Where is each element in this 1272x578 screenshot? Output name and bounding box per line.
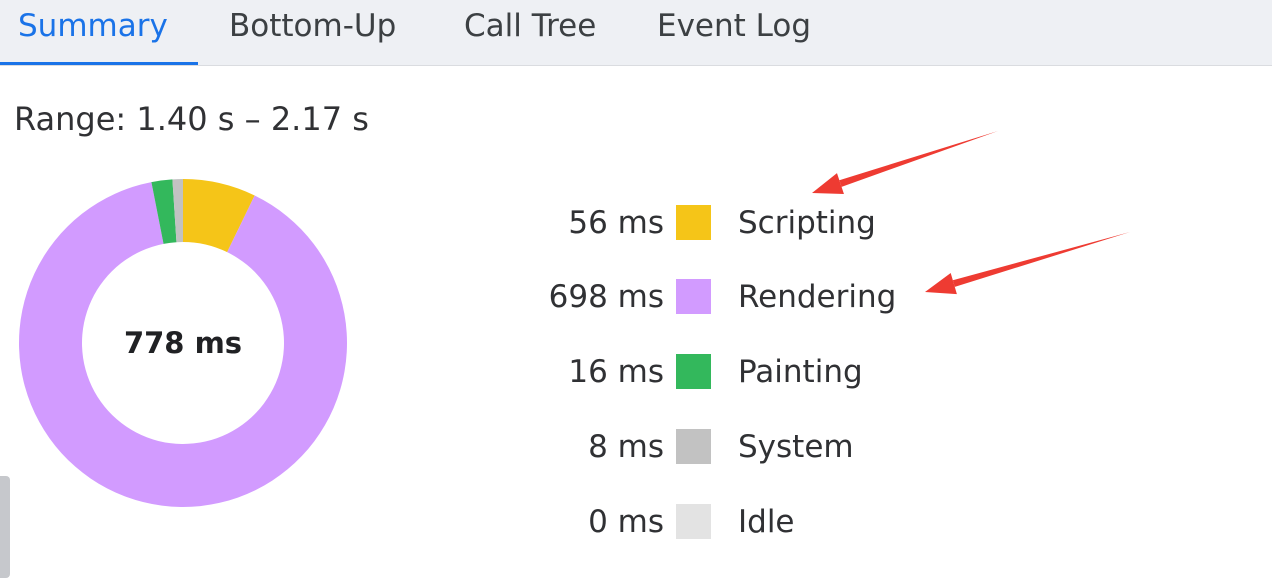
tab-summary[interactable]: Summary <box>18 0 168 66</box>
legend-row-system: 8 ms System <box>512 427 1012 467</box>
legend-value: 8 ms <box>588 429 664 465</box>
legend-swatch <box>676 279 711 314</box>
legend-label: Scripting <box>738 205 876 241</box>
legend-row-rendering: 698 ms Rendering <box>512 277 1012 317</box>
legend-value: 0 ms <box>588 504 664 540</box>
legend-value: 698 ms <box>548 279 664 315</box>
total-time: 778 ms <box>123 326 243 360</box>
tab-event-log[interactable]: Event Log <box>657 0 811 66</box>
arrow-scripting-shaft <box>839 131 998 187</box>
legend-value: 16 ms <box>568 354 664 390</box>
legend-label: System <box>738 429 854 465</box>
range-label: Range: 1.40 s – 2.17 s <box>14 100 369 138</box>
legend-label: Rendering <box>738 279 897 315</box>
legend-swatch <box>676 429 711 464</box>
legend-row-scripting: 56 ms Scripting <box>512 203 1012 243</box>
legend-swatch <box>676 504 711 539</box>
tab-call-tree[interactable]: Call Tree <box>464 0 596 66</box>
active-tab-indicator <box>0 62 198 65</box>
arrow-scripting-head <box>812 173 844 194</box>
legend-label: Painting <box>738 354 863 390</box>
summary-donut-chart: 778 ms <box>18 178 348 508</box>
legend-row-painting: 16 ms Painting <box>512 352 1012 392</box>
tab-bottom-up[interactable]: Bottom-Up <box>229 0 396 66</box>
scrollbar-handle[interactable] <box>0 476 10 578</box>
legend-value: 56 ms <box>568 205 664 241</box>
legend-swatch <box>676 354 711 389</box>
tab-bar: Summary Bottom-Up Call Tree Event Log <box>0 0 1272 66</box>
legend-row-idle: 0 ms Idle <box>512 502 1012 542</box>
legend-swatch <box>676 205 711 240</box>
legend-label: Idle <box>738 504 795 540</box>
